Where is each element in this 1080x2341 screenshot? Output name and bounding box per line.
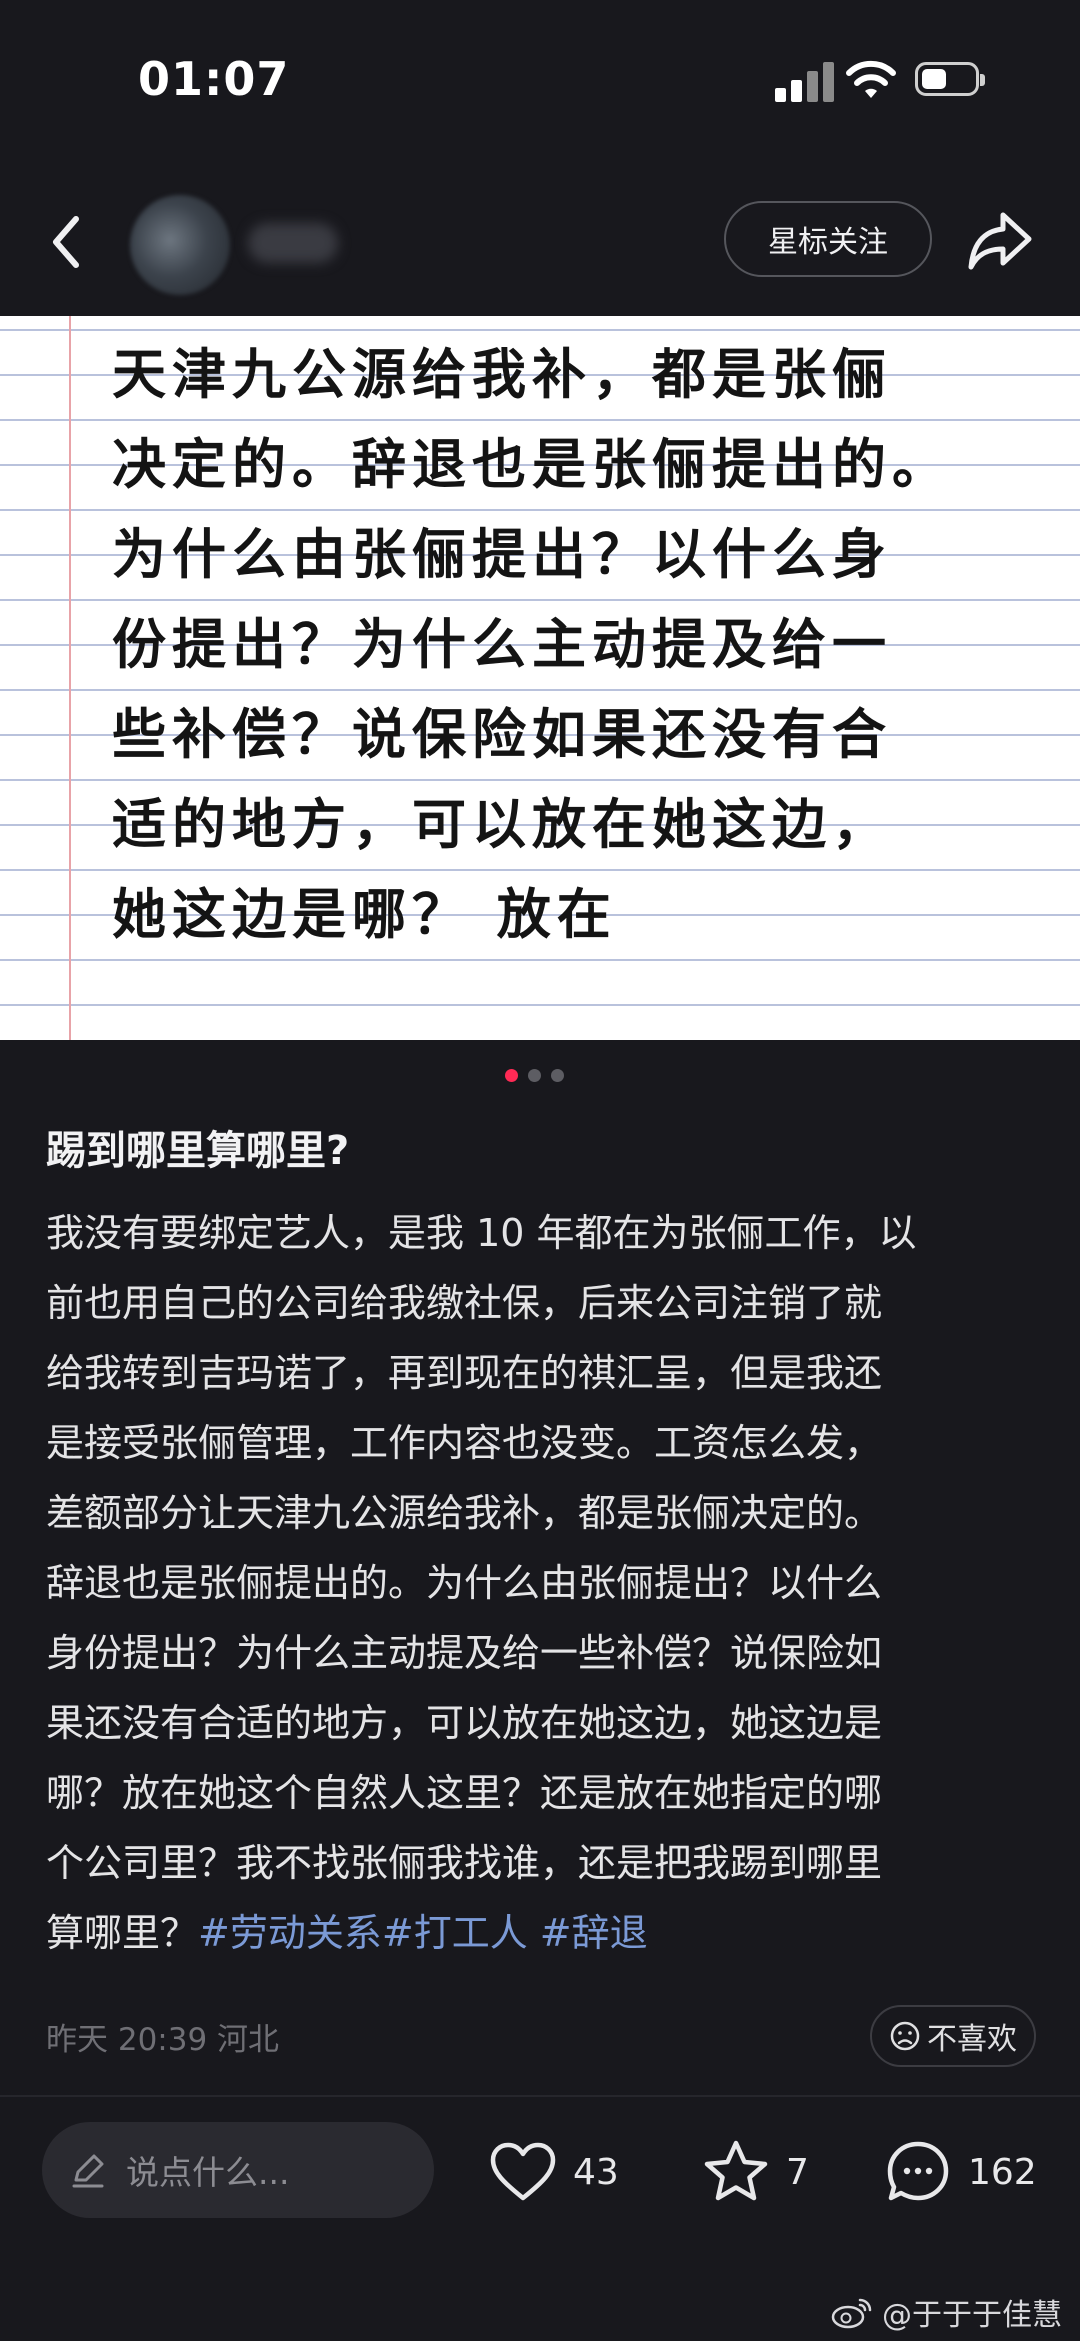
author-avatar[interactable] (130, 195, 230, 295)
note-line: 些补偿？说保险如果还没有合 (112, 703, 892, 766)
like-count: 43 (573, 2151, 619, 2193)
handwritten-note-text: 天津九公源给我补，都是张俪 决定的。辞退也是张俪提出的。 为什么由张俪提出？以什… (112, 330, 1012, 960)
battery-icon (915, 62, 985, 96)
share-icon[interactable] (965, 209, 1035, 271)
hashtag-link[interactable]: #劳动关系 (198, 1911, 382, 1955)
post-title: 踢到哪里算哪里? (46, 1128, 350, 1174)
comment-bubble-icon (887, 2141, 949, 2201)
post-body: 我没有要绑定艺人，是我 10 年都在为张俪工作，以 前也用自己的公司给我缴社保，… (46, 1198, 1046, 1968)
note-line: 适的地方，可以放在她这边， (112, 793, 892, 856)
body-line: 果还没有合适的地方，可以放在她这边，她这边是 (46, 1701, 883, 1745)
weibo-logo-icon (831, 2298, 872, 2329)
heart-icon (490, 2142, 556, 2201)
dislike-label: 不喜欢 (927, 2022, 1017, 2057)
comment-placeholder: 说点什么... (126, 2153, 290, 2192)
author-name-blurred[interactable] (248, 223, 338, 263)
body-line: 是接受张俪管理，工作内容也没变。工资怎么发， (46, 1421, 883, 1465)
hashtag-link[interactable]: #打工人 (382, 1911, 528, 1955)
body-line: 个公司里？我不找张俪我找谁，还是把我踢到哪里 (46, 1841, 883, 1885)
image-carousel-dots[interactable] (505, 1069, 564, 1082)
favorite-count: 7 (786, 2151, 809, 2193)
follow-button[interactable]: 星标关注 (724, 201, 932, 277)
body-line: 给我转到吉玛诺了，再到现在的祺汇呈，但是我还 (46, 1351, 883, 1395)
post-header: 星标关注 (0, 195, 1080, 315)
bottom-action-bar: 说点什么... 43 7 162 (0, 2122, 1080, 2222)
wifi-icon (846, 60, 896, 98)
body-line-text: 算哪里？ (46, 1911, 199, 1955)
comment-input[interactable]: 说点什么... (42, 2122, 434, 2218)
post-meta: 昨天 20:39 河北 (46, 2022, 280, 2058)
note-line: 天津九公源给我补，都是张俪 (112, 343, 892, 406)
cellular-signal-icon (775, 62, 835, 102)
body-line: 身份提出？为什么主动提及给一些补偿？说保险如 (46, 1631, 883, 1675)
comment-count: 162 (968, 2151, 1037, 2193)
note-line: 决定的。辞退也是张俪提出的。 (112, 433, 952, 496)
pencil-icon (72, 2154, 104, 2188)
note-line: 份提出？为什么主动提及给一 (112, 613, 892, 676)
body-line-last: 算哪里？#劳动关系#打工人 #辞退 (46, 1898, 1046, 1968)
dislike-button[interactable]: 不喜欢 (870, 2005, 1036, 2067)
watermark-handle: @于于于佳慧 (882, 2298, 1062, 2333)
post-image[interactable]: 天津九公源给我补，都是张俪 决定的。辞退也是张俪提出的。 为什么由张俪提出？以什… (0, 316, 1080, 1040)
sad-face-icon (890, 2021, 920, 2051)
divider (0, 2095, 1080, 2097)
comments-button[interactable]: 162 (882, 2134, 1037, 2210)
body-line: 差额部分让天津九公源给我补，都是张俪决定的。 (46, 1491, 883, 1535)
status-time: 01:07 (138, 52, 290, 106)
body-line: 我没有要绑定艺人，是我 10 年都在为张俪工作，以 (46, 1211, 917, 1255)
star-icon (704, 2140, 768, 2201)
like-button[interactable]: 43 (487, 2134, 619, 2210)
status-bar: 01:07 (0, 0, 1080, 150)
note-line: 为什么由张俪提出？以什么身 (112, 523, 892, 586)
favorite-button[interactable]: 7 (700, 2134, 809, 2210)
carousel-dot[interactable] (528, 1069, 541, 1082)
weibo-watermark: @于于于佳慧 (830, 2290, 1062, 2334)
body-line: 辞退也是张俪提出的。为什么由张俪提出？以什么 (46, 1561, 883, 1605)
back-arrow-icon[interactable] (42, 207, 92, 277)
carousel-dot-active[interactable] (505, 1069, 518, 1082)
body-line: 前也用自己的公司给我缴社保，后来公司注销了就 (46, 1281, 883, 1325)
hashtag-link[interactable]: #辞退 (540, 1911, 648, 1955)
note-line: 她这边是哪？ 放在 (112, 883, 617, 946)
body-line: 哪？放在她这个自然人这里？还是放在她指定的哪 (46, 1771, 883, 1815)
carousel-dot[interactable] (551, 1069, 564, 1082)
